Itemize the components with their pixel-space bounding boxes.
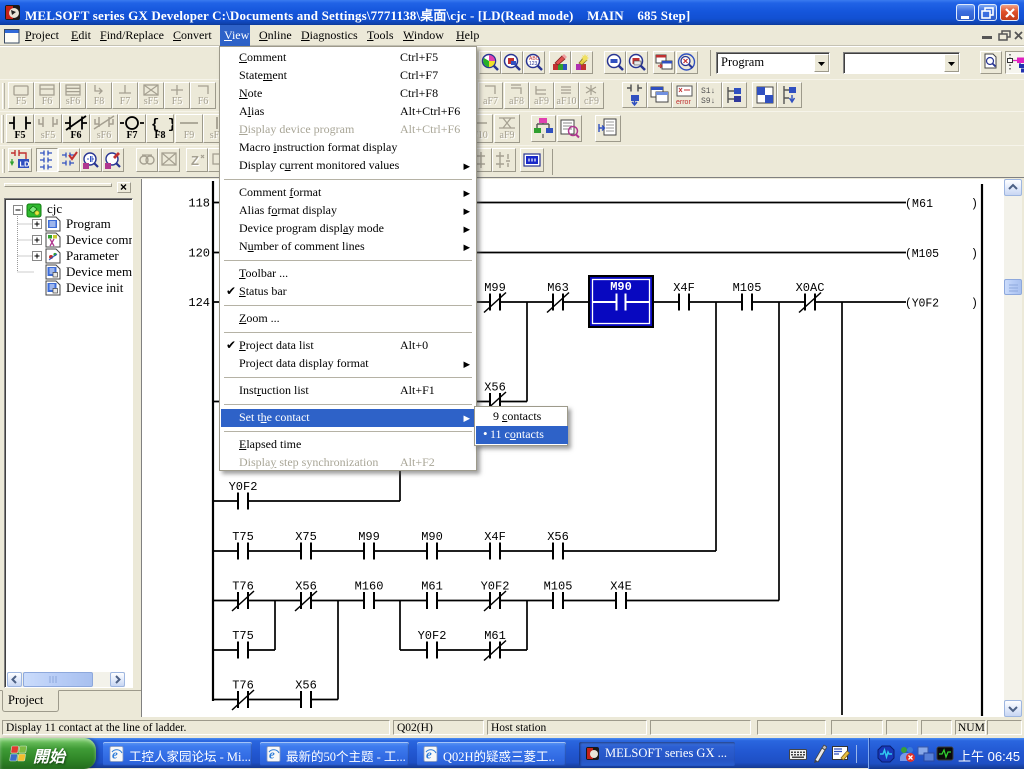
svg-text:M90: M90 bbox=[421, 530, 443, 544]
svg-text:Y0F2: Y0F2 bbox=[418, 629, 447, 643]
svg-text:M99: M99 bbox=[358, 530, 380, 544]
svg-text:e: e bbox=[426, 747, 432, 762]
svg-text:S1↓: S1↓ bbox=[701, 87, 715, 96]
svg-text:): ) bbox=[971, 298, 978, 311]
svg-text:Device memo: Device memo bbox=[66, 264, 132, 279]
svg-text:): ) bbox=[971, 198, 978, 211]
svg-text:123: 123 bbox=[529, 61, 538, 67]
svg-text:X75: X75 bbox=[295, 530, 317, 544]
svg-text:M63: M63 bbox=[547, 281, 569, 295]
svg-text:T75: T75 bbox=[232, 629, 254, 643]
svg-text:error: error bbox=[676, 99, 691, 106]
svg-text:T76: T76 bbox=[232, 679, 254, 693]
svg-text:(Y0F2: (Y0F2 bbox=[905, 298, 939, 311]
svg-text:X4F: X4F bbox=[484, 530, 506, 544]
svg-text:120: 120 bbox=[188, 247, 210, 261]
svg-text:X56: X56 bbox=[295, 679, 317, 693]
svg-text:M99: M99 bbox=[484, 281, 506, 295]
svg-text:(M105: (M105 bbox=[905, 248, 939, 261]
svg-text:Program: Program bbox=[66, 216, 111, 231]
svg-text:e: e bbox=[112, 747, 118, 762]
svg-text:Device comn: Device comn bbox=[66, 232, 132, 247]
svg-text:X56: X56 bbox=[484, 381, 506, 395]
svg-text:Z: Z bbox=[191, 153, 199, 168]
svg-text:cjc: cjc bbox=[47, 201, 62, 216]
svg-text:T75: T75 bbox=[232, 530, 254, 544]
svg-text:Parameter: Parameter bbox=[66, 248, 119, 263]
svg-text:M160: M160 bbox=[355, 580, 384, 594]
svg-text:X4E: X4E bbox=[610, 580, 632, 594]
svg-text:LD: LD bbox=[20, 160, 31, 169]
svg-text:M105: M105 bbox=[544, 580, 573, 594]
svg-text:Y0F2: Y0F2 bbox=[481, 580, 510, 594]
svg-text:T76: T76 bbox=[232, 580, 254, 594]
svg-text:Y0F2: Y0F2 bbox=[229, 480, 258, 494]
svg-text:(M61: (M61 bbox=[905, 198, 933, 211]
svg-text:e: e bbox=[269, 747, 275, 762]
svg-text:M61: M61 bbox=[421, 580, 443, 594]
svg-text:M61: M61 bbox=[484, 629, 506, 643]
svg-text:): ) bbox=[971, 248, 978, 261]
svg-text:M105: M105 bbox=[733, 281, 762, 295]
svg-text:S9↓: S9↓ bbox=[701, 97, 715, 106]
svg-text:118: 118 bbox=[188, 197, 210, 211]
svg-text:X56: X56 bbox=[547, 530, 569, 544]
svg-text:124: 124 bbox=[188, 296, 210, 310]
svg-text:Device init: Device init bbox=[66, 280, 124, 295]
svg-text:X0AC: X0AC bbox=[796, 281, 825, 295]
svg-text:M90: M90 bbox=[610, 280, 632, 294]
svg-text:X56: X56 bbox=[295, 580, 317, 594]
svg-text:{ }: { } bbox=[151, 117, 173, 131]
svg-text:X4F: X4F bbox=[673, 281, 695, 295]
